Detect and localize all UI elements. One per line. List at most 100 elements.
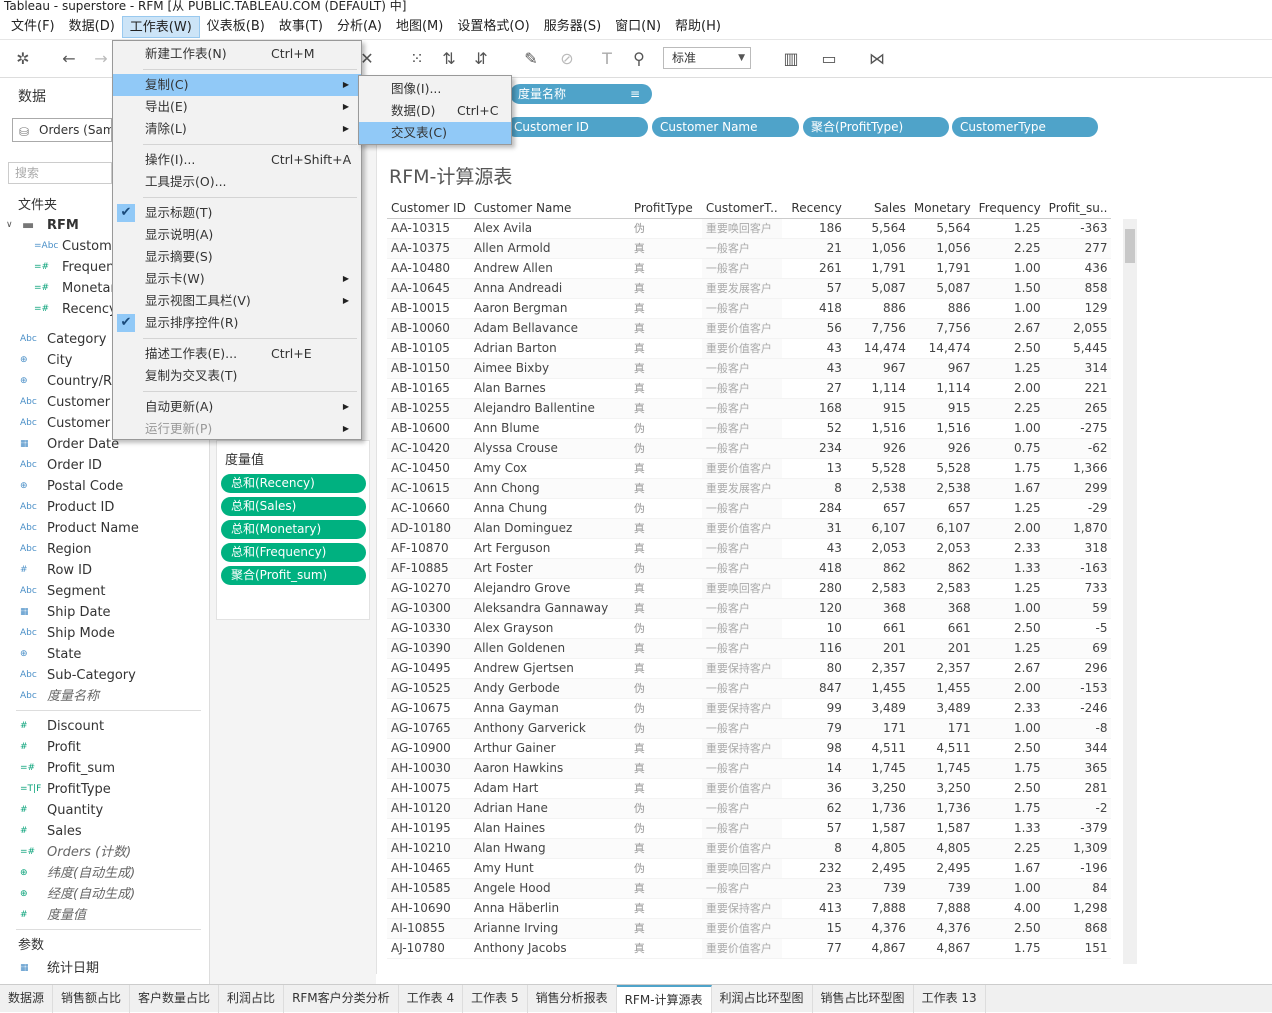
parameter-field[interactable]: ▦ 统计日期 [0, 958, 210, 979]
menu-item[interactable]: 数据(D) Ctrl+C [359, 100, 511, 122]
dimension-field[interactable]: Abc Order ID [0, 455, 210, 476]
menu-7[interactable]: 设置格式(O) [450, 16, 536, 38]
menu-item[interactable]: 图像(I)... [359, 78, 511, 100]
measure-field[interactable]: # 度量值 [0, 905, 210, 926]
menu-item[interactable]: 导出(E) ▶ [113, 96, 361, 118]
menu-1[interactable]: 数据(D) [62, 16, 122, 38]
menu-item[interactable]: 描述工作表(E)... Ctrl+E [113, 343, 361, 365]
menu-item[interactable]: ✔ 显示标题(T) [113, 202, 361, 224]
menu-item[interactable]: 显示说明(A) [113, 224, 361, 246]
sheet-tab[interactable]: RFM-计算源表 [616, 984, 712, 1013]
measure-field[interactable]: ⊕ 纬度(自动生成) [0, 863, 210, 884]
column-header[interactable]: ProfitType [629, 199, 702, 219]
dimension-field[interactable]: ⊕ Postal Code [0, 476, 210, 497]
row-pill[interactable]: 聚合(ProfitType) [803, 117, 949, 137]
sheet-tab[interactable]: RFM客户分类分析 [284, 984, 399, 1013]
redo-icon[interactable]: → [90, 48, 112, 70]
search-input[interactable]: 搜索 [8, 162, 112, 184]
sheet-tab[interactable]: 销售额占比 [53, 984, 131, 1013]
sheet-tab[interactable]: 销售占比环型图 [813, 984, 914, 1013]
column-header[interactable]: CustomerT.. [701, 199, 782, 219]
fit-select[interactable]: 标准 ▼ [663, 47, 751, 69]
sheet-tab[interactable]: 工作表 4 [399, 984, 464, 1013]
sort-descending-icon[interactable]: ⇵ [470, 48, 492, 70]
attach-icon[interactable]: ⊘ [556, 48, 578, 70]
menu-0[interactable]: 文件(F) [4, 16, 62, 38]
measure-field[interactable]: # Quantity [0, 800, 210, 821]
menu-item[interactable]: 运行更新(P) ▶ [113, 418, 361, 440]
measure-field[interactable]: =# Profit_sum [0, 758, 210, 779]
data-tab[interactable]: 数据 [18, 86, 46, 106]
measure-field[interactable]: # Discount [0, 716, 210, 737]
sheet-tab[interactable]: 利润占比 [219, 984, 285, 1013]
measure-field[interactable]: =T|F ProfitType [0, 779, 210, 800]
sheet-tab[interactable]: 利润占比环型图 [712, 984, 813, 1013]
column-header[interactable]: Profit_su.. [1044, 199, 1112, 219]
menu-item[interactable]: 自动更新(A) ▶ [113, 396, 361, 418]
dimension-field[interactable]: Abc 度量名称 [0, 686, 210, 707]
column-pill[interactable]: 度量名称 ≡ [510, 84, 652, 104]
measure-field[interactable]: # Sales [0, 821, 210, 842]
dimension-field[interactable]: Abc Region [0, 539, 210, 560]
menu-item[interactable]: 工具提示(O)... [113, 171, 361, 193]
measure-field[interactable]: # Profit [0, 737, 210, 758]
menu-item[interactable]: 清除(L) ▶ [113, 118, 361, 140]
undo-icon[interactable]: ← [58, 48, 80, 70]
measure-pill[interactable]: 聚合(Profit_sum) [221, 566, 366, 585]
dimension-field[interactable]: Abc Product Name [0, 518, 210, 539]
dimension-field[interactable]: Abc Product ID [0, 497, 210, 518]
menu-5[interactable]: 分析(A) [330, 16, 389, 38]
menu-item[interactable]: 显示摘要(S) [113, 246, 361, 268]
menu-8[interactable]: 服务器(S) [537, 16, 608, 38]
column-header[interactable]: Customer ID [387, 199, 470, 219]
presentation-icon[interactable]: ▭ [818, 48, 840, 70]
menu-item[interactable]: 复制为交叉表(T) [113, 365, 361, 387]
dimension-field[interactable]: Abc Ship Mode [0, 623, 210, 644]
column-header[interactable]: Monetary [909, 199, 975, 219]
tableau-logo-icon[interactable]: ✲ [12, 48, 34, 70]
dimension-field[interactable]: # Row ID [0, 560, 210, 581]
menu-9[interactable]: 窗口(N) [608, 16, 668, 38]
menu-item[interactable]: ✔ 显示排序控件(R) [113, 312, 361, 334]
scrollbar-thumb[interactable] [1125, 229, 1135, 263]
column-header[interactable]: Sales [845, 199, 910, 219]
sheet-tab[interactable]: 销售分析报表 [528, 984, 617, 1013]
menu-3[interactable]: 仪表板(B) [200, 16, 272, 38]
measure-pill[interactable]: 总和(Frequency) [221, 543, 366, 562]
sheet-tab[interactable]: 数据源 [0, 984, 54, 1013]
menu-6[interactable]: 地图(M) [389, 16, 450, 38]
row-pill[interactable]: Customer ID [506, 117, 648, 137]
group-icon[interactable]: ⁙ [406, 48, 428, 70]
dimension-field[interactable]: ⊕ State [0, 644, 210, 665]
sheet-tab[interactable]: 客户数量占比 [130, 984, 220, 1013]
menu-item[interactable]: 新建工作表(N) Ctrl+M [113, 43, 361, 65]
measure-field[interactable]: =# Orders (计数) [0, 842, 210, 863]
column-header[interactable]: Customer Name [469, 199, 630, 219]
menu-item[interactable]: 显示卡(W) ▶ [113, 268, 361, 290]
row-pill[interactable]: CustomerType [952, 117, 1098, 137]
measure-pill[interactable]: 总和(Recency) [221, 474, 366, 493]
sort-ascending-icon[interactable]: ⇅ [438, 48, 460, 70]
sheet-tab[interactable]: 工作表 13 [914, 984, 986, 1013]
show-me-icon[interactable]: ▥ [780, 48, 802, 70]
menu-item[interactable]: 显示视图工具栏(V) ▶ [113, 290, 361, 312]
dimension-field[interactable]: Abc Sub-Category [0, 665, 210, 686]
menu-item[interactable]: 操作(I)... Ctrl+Shift+A [113, 149, 361, 171]
dimension-field[interactable]: Abc Segment [0, 581, 210, 602]
row-pill[interactable]: Customer Name [652, 117, 799, 137]
column-header[interactable]: Frequency [974, 199, 1045, 219]
highlight-icon[interactable]: ✎ [520, 48, 542, 70]
vertical-scrollbar[interactable] [1123, 219, 1137, 964]
dimension-field[interactable]: ▦ Ship Date [0, 602, 210, 623]
menu-item[interactable]: 复制(C) ▶ [113, 74, 361, 96]
menu-2[interactable]: 工作表(W) [121, 15, 200, 38]
menu-4[interactable]: 故事(T) [272, 16, 330, 38]
share-icon[interactable]: ⋈ [866, 48, 888, 70]
datasource-selector[interactable]: ⛁ Orders (Sam [12, 118, 112, 142]
column-header[interactable]: Recency [781, 199, 846, 219]
menu-10[interactable]: 帮助(H) [668, 16, 728, 38]
pin-icon[interactable]: ⚲ [628, 48, 650, 70]
measure-field[interactable]: ⊕ 经度(自动生成) [0, 884, 210, 905]
menu-item[interactable]: 交叉表(C) [359, 122, 511, 144]
label-icon[interactable]: T [596, 48, 618, 70]
